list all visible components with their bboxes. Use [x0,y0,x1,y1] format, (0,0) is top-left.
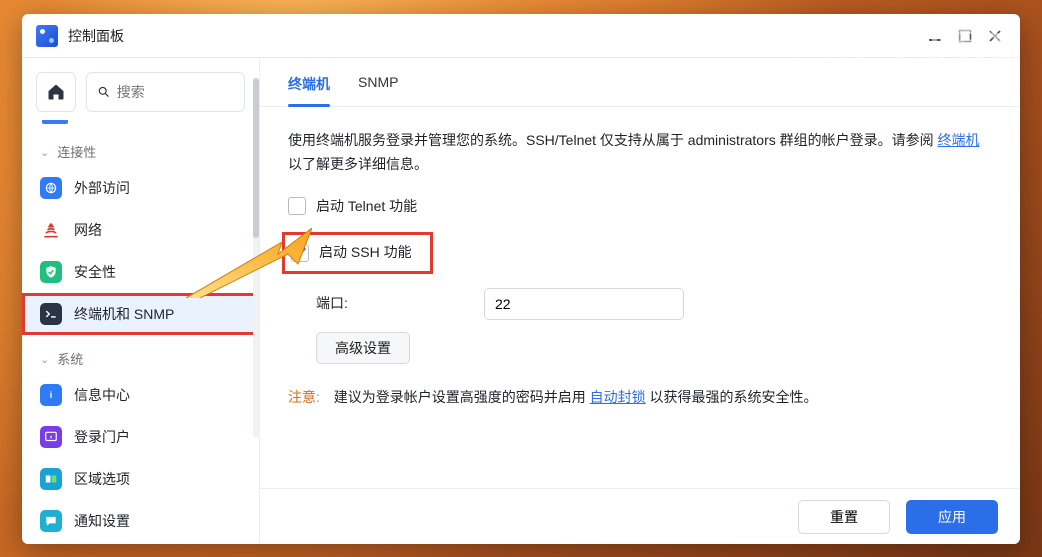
home-icon [46,82,66,102]
section-label: 连接性 [57,142,96,161]
sidebar-item-regional-options[interactable]: 区域选项 [22,458,259,500]
telnet-label: 启动 Telnet 功能 [316,195,417,219]
footer-bar: 重置 应用 [260,488,1020,544]
ssh-checkbox[interactable] [291,244,309,262]
sidebar-item-network[interactable]: 网络 [22,209,259,251]
chevron-up-icon: ⌃ [40,145,49,158]
sidebar: ⌃ 连接性 外部访问 网络 安全性 终端机和 SNMP ⌃ 系统 [22,58,260,544]
terminal-icon [40,303,62,325]
close-button[interactable] [980,21,1010,51]
svg-text:i: i [50,390,52,400]
sidebar-item-label: 终端机和 SNMP [74,304,174,324]
note-label: 注意: [288,389,320,405]
sidebar-item-label: 网络 [74,220,102,240]
titlebar: 控制面板 [22,14,1020,58]
ssh-label: 启动 SSH 功能 [319,241,412,265]
ssh-checkbox-row[interactable]: 启动 SSH 功能 [282,232,433,274]
sidebar-item-label: 通知设置 [74,511,130,531]
maximize-button[interactable] [950,21,980,51]
home-indicator [42,118,68,124]
advanced-settings-button[interactable]: 高级设置 [316,332,410,364]
globe-link-icon [40,177,62,199]
sidebar-item-security[interactable]: 安全性 [22,251,259,293]
chat-icon [40,510,62,532]
section-system[interactable]: ⌃ 系统 [22,335,259,374]
settings-panel: 使用终端机服务登录并管理您的系统。SSH/Telnet 仅支持从属于 admin… [260,107,1020,488]
portal-icon [40,426,62,448]
intro-text: 使用终端机服务登录并管理您的系统。SSH/Telnet 仅支持从属于 admin… [288,129,992,177]
sidebar-item-label: 区域选项 [74,469,130,489]
sidebar-item-label: 登录门户 [74,427,130,447]
minimize-button[interactable] [920,21,950,51]
note-text: 注意: 建议为登录帐户设置高强度的密码并启用 自动封锁 以获得最强的系统安全性。 [288,386,992,410]
terminal-help-link[interactable]: 终端机 [938,132,980,148]
tab-terminal[interactable]: 终端机 [288,74,330,106]
search-input[interactable] [117,84,234,100]
port-row: 端口: [316,288,992,320]
tab-bar: 终端机 SNMP [260,58,1020,107]
reset-button[interactable]: 重置 [798,500,890,534]
telnet-checkbox-row[interactable]: 启动 Telnet 功能 [288,195,992,219]
sidebar-item-label: 信息中心 [74,385,130,405]
search-box[interactable] [86,72,245,112]
network-icon [40,219,62,241]
window-title: 控制面板 [68,26,124,46]
control-panel-window: 控制面板 ⌃ 连接性 [22,14,1020,544]
control-panel-icon [36,25,58,47]
sidebar-scrollbar-thumb[interactable] [253,78,259,238]
sidebar-item-login-portal[interactable]: 登录门户 [22,416,259,458]
chevron-up-icon: ⌃ [40,352,49,365]
sidebar-item-terminal-snmp[interactable]: 终端机和 SNMP [22,293,259,335]
sidebar-item-external-access[interactable]: 外部访问 [22,167,259,209]
region-icon [40,468,62,490]
home-button[interactable] [36,72,76,112]
section-connectivity[interactable]: ⌃ 连接性 [22,128,259,167]
section-label: 系统 [57,349,83,368]
apply-button[interactable]: 应用 [906,500,998,534]
shield-icon [40,261,62,283]
sidebar-item-info-center[interactable]: i 信息中心 [22,374,259,416]
info-icon: i [40,384,62,406]
tab-snmp[interactable]: SNMP [358,74,398,106]
telnet-checkbox[interactable] [288,197,306,215]
auto-block-link[interactable]: 自动封锁 [590,389,646,405]
sidebar-item-label: 安全性 [74,262,116,282]
port-input[interactable] [484,288,684,320]
sidebar-item-notification[interactable]: 通知设置 [22,500,259,542]
sidebar-item-label: 外部访问 [74,178,130,198]
content-pane: 终端机 SNMP 使用终端机服务登录并管理您的系统。SSH/Telnet 仅支持… [260,58,1020,544]
port-label: 端口: [316,292,466,316]
search-icon [97,84,111,100]
